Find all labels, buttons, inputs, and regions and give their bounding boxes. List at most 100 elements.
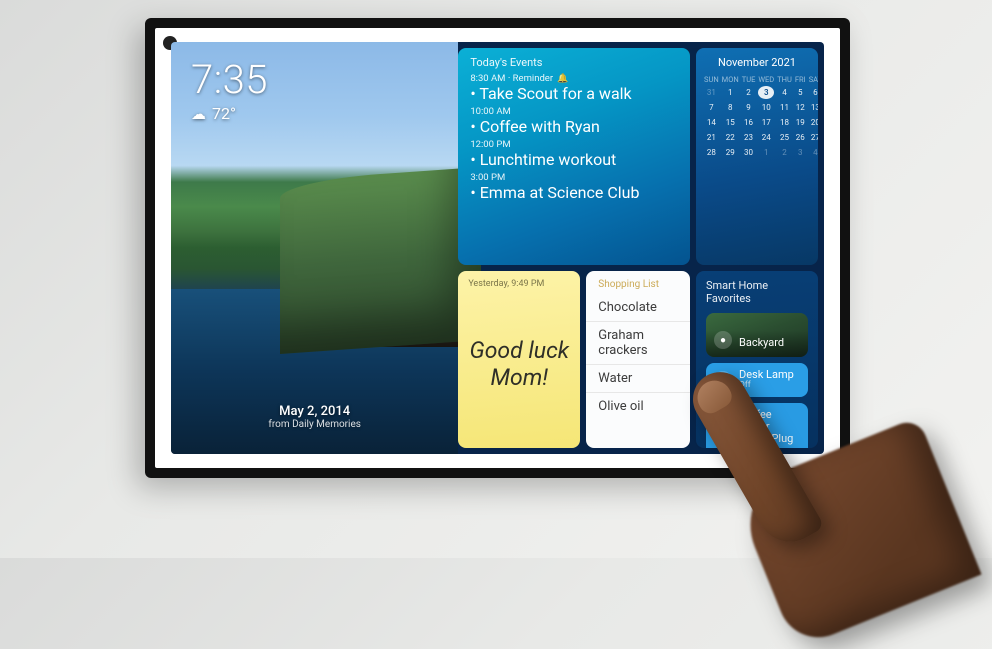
- calendar-card[interactable]: November 2021 SUNMONTUEWEDTHUFRISAT31123…: [696, 48, 818, 265]
- smarthome-tile[interactable]: ⏻ Coffee Maker Smart PlugOff: [706, 403, 808, 448]
- event-item[interactable]: 8:30 AM · Reminder🔔Take Scout for a walk: [470, 73, 678, 104]
- calendar-dow: SUN: [704, 75, 719, 84]
- calendar-day[interactable]: 18: [777, 116, 792, 129]
- calendar-day[interactable]: 2: [777, 146, 792, 159]
- calendar-day[interactable]: 24: [758, 131, 774, 144]
- weather-temp: 72°: [212, 104, 236, 123]
- smarthome-card: Smart Home Favorites ● Backyard 💡 Desk Lamp…: [696, 271, 818, 448]
- calendar-day[interactable]: 25: [777, 131, 792, 144]
- smarthome-tile-text: Desk LampOff: [739, 369, 794, 390]
- plug-icon: ⏻: [714, 423, 732, 441]
- calendar-day[interactable]: 4: [777, 86, 792, 99]
- event-item[interactable]: 10:00 AMCoffee with Ryan: [470, 106, 678, 137]
- wallpaper-overlay: 7:35 ☁ 72° May 2, 2014 from Daily Memori…: [171, 42, 458, 454]
- widget-grid: Today's Events 8:30 AM · Reminder🔔Take S…: [458, 42, 824, 454]
- calendar-day[interactable]: 16: [742, 116, 756, 129]
- event-time: 3:00 PM: [470, 172, 678, 183]
- event-item[interactable]: 3:00 PMEmma at Science Club: [470, 172, 678, 203]
- calendar-day[interactable]: 14: [704, 116, 719, 129]
- reminder-icon: 🔔: [557, 74, 568, 84]
- note-message: Good luck Mom!: [468, 289, 570, 440]
- calendar-day[interactable]: 1: [758, 146, 774, 159]
- calendar-dow: THU: [777, 75, 792, 84]
- calendar-dow: SAT: [809, 75, 818, 84]
- calendar-day[interactable]: 30: [742, 146, 756, 159]
- calendar-day[interactable]: 15: [722, 116, 739, 129]
- event-title: Emma at Science Club: [470, 183, 678, 203]
- wallpaper-date: May 2, 2014: [268, 404, 361, 419]
- shopping-card[interactable]: Shopping List ChocolateGraham crackersWa…: [586, 271, 690, 448]
- calendar-grid: SUNMONTUEWEDTHUFRISAT3112345678910111213…: [704, 75, 810, 159]
- calendar-dow: WED: [758, 75, 774, 84]
- event-time: 12:00 PM: [470, 139, 678, 150]
- smarthome-list: ● Backyard 💡 Desk LampOff ⏻ Coffee Maker Smar…: [706, 313, 808, 448]
- event-time: 10:00 AM: [470, 106, 678, 117]
- light-icon: 💡: [714, 371, 732, 389]
- calendar-day[interactable]: 5: [795, 86, 806, 99]
- calendar-day[interactable]: 26: [795, 131, 806, 144]
- calendar-day[interactable]: 7: [704, 101, 719, 114]
- events-card[interactable]: Today's Events 8:30 AM · Reminder🔔Take S…: [458, 48, 690, 265]
- calendar-day[interactable]: 28: [704, 146, 719, 159]
- calendar-month: November 2021: [704, 56, 810, 69]
- calendar-day[interactable]: 19: [795, 116, 806, 129]
- event-title: Coffee with Ryan: [470, 117, 678, 137]
- events-list: 8:30 AM · Reminder🔔Take Scout for a walk…: [458, 71, 690, 211]
- smarthome-tile-status: Off: [739, 381, 794, 390]
- calendar-day[interactable]: 17: [758, 116, 774, 129]
- calendar-dow: TUE: [742, 75, 756, 84]
- note-timestamp: Yesterday, 9:49 PM: [468, 279, 570, 289]
- smarthome-tile[interactable]: ● Backyard: [706, 313, 808, 357]
- event-time: 8:30 AM · Reminder🔔: [470, 73, 678, 84]
- calendar-day[interactable]: 3: [795, 146, 806, 159]
- calendar-day[interactable]: 6: [809, 86, 818, 99]
- shopping-item[interactable]: Water: [586, 365, 690, 393]
- smarthome-tile-name: Coffee Maker Smart Plug: [739, 409, 800, 445]
- camera-icon: ●: [714, 331, 732, 349]
- calendar-day[interactable]: 21: [704, 131, 719, 144]
- clock-time: 7:35: [191, 60, 268, 100]
- calendar-day[interactable]: 27: [809, 131, 818, 144]
- calendar-day[interactable]: 11: [777, 101, 792, 114]
- weather-icon: ☁: [191, 105, 206, 123]
- calendar-day[interactable]: 2: [742, 86, 756, 99]
- calendar-day[interactable]: 13: [809, 101, 818, 114]
- calendar-day[interactable]: 9: [742, 101, 756, 114]
- smarthome-tile[interactable]: 💡 Desk LampOff: [706, 363, 808, 396]
- calendar-day[interactable]: 4: [809, 146, 818, 159]
- smarthome-tile-text: Coffee Maker Smart PlugOff: [739, 409, 800, 448]
- shopping-list: ChocolateGraham crackersWaterOlive oil: [586, 294, 690, 420]
- smarthome-tile-text: Backyard: [739, 337, 784, 349]
- calendar-day[interactable]: 8: [722, 101, 739, 114]
- shopping-item[interactable]: Olive oil: [586, 393, 690, 420]
- calendar-day[interactable]: 23: [742, 131, 756, 144]
- events-title: Today's Events: [470, 56, 542, 69]
- calendar-day[interactable]: 20: [809, 116, 818, 129]
- smarthome-header: Smart Home Favorites: [706, 279, 808, 307]
- wallpaper-panel[interactable]: 7:35 ☁ 72° May 2, 2014 from Daily Memori…: [171, 42, 458, 454]
- wallpaper-source: from Daily Memories: [268, 419, 361, 430]
- shopping-item[interactable]: Graham crackers: [586, 322, 690, 365]
- clock-block[interactable]: 7:35 ☁ 72°: [191, 60, 438, 123]
- calendar-day[interactable]: 3: [758, 86, 774, 99]
- smarthome-tile-name: Backyard: [739, 337, 784, 349]
- event-item[interactable]: 12:00 PMLunchtime workout: [470, 139, 678, 170]
- wallpaper-meta: May 2, 2014 from Daily Memories: [268, 404, 361, 436]
- weather-row[interactable]: ☁ 72°: [191, 104, 438, 123]
- event-title: Take Scout for a walk: [470, 84, 678, 104]
- calendar-day[interactable]: 10: [758, 101, 774, 114]
- event-title: Lunchtime workout: [470, 150, 678, 170]
- device-bezel: 7:35 ☁ 72° May 2, 2014 from Daily Memori…: [155, 28, 840, 468]
- smarthome-tile-status: Off: [739, 445, 800, 448]
- shopping-header: Shopping List: [586, 279, 690, 294]
- events-header: Today's Events: [458, 48, 690, 71]
- shopping-item[interactable]: Chocolate: [586, 294, 690, 322]
- calendar-day[interactable]: 22: [722, 131, 739, 144]
- home-screen: 7:35 ☁ 72° May 2, 2014 from Daily Memori…: [171, 42, 824, 454]
- calendar-day[interactable]: 1: [722, 86, 739, 99]
- sticky-note-card[interactable]: Yesterday, 9:49 PM Good luck Mom!: [458, 271, 580, 448]
- calendar-day[interactable]: 12: [795, 101, 806, 114]
- calendar-dow: MON: [722, 75, 739, 84]
- calendar-day[interactable]: 29: [722, 146, 739, 159]
- calendar-day[interactable]: 31: [704, 86, 719, 99]
